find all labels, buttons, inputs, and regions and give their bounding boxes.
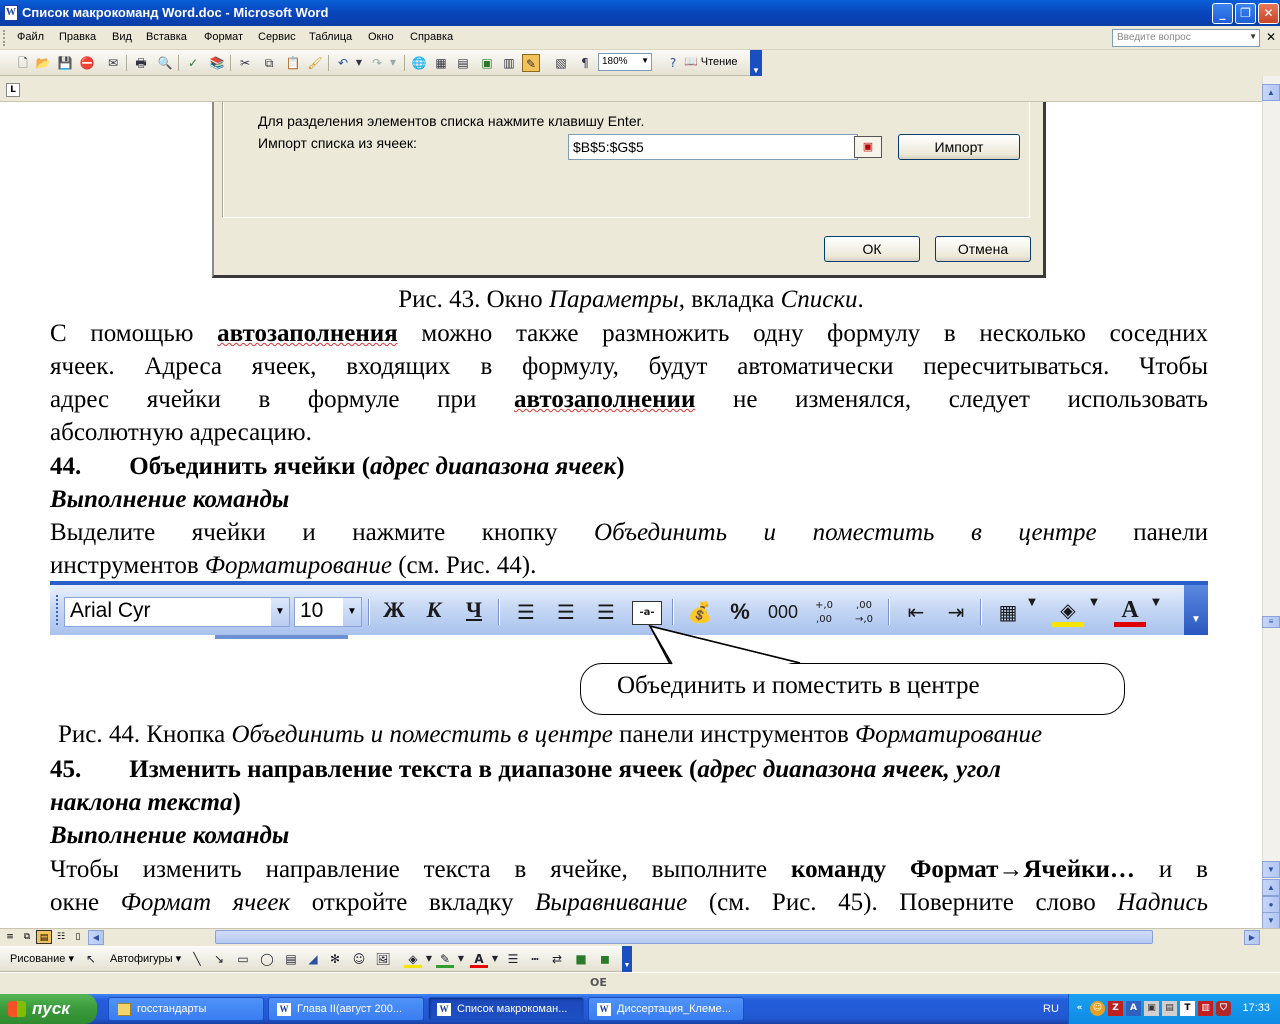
scroll-right-icon[interactable]: ▶ [1244, 930, 1260, 945]
status-mode-indicator[interactable]: ОЕ [590, 976, 607, 989]
drawing-toolbar-area [632, 946, 1280, 972]
reading-view-icon[interactable]: ▯ [70, 930, 86, 944]
heading-param: адрес диапазона ячеек, угол [697, 756, 1002, 783]
shadow-style-icon[interactable]: ■ [572, 950, 590, 968]
scroll-left-icon[interactable]: ◀ [88, 930, 104, 945]
autoshapes-menu-button[interactable]: Автофигуры ▾ [110, 950, 181, 968]
paragraph-line: окне Формат ячеек откройте вкладку Вырав… [50, 886, 1208, 919]
word-icon: W [277, 1003, 291, 1016]
drawing-toolbar-options-icon[interactable]: ▼ [622, 946, 632, 972]
caption-text: панели инструментов [612, 721, 856, 748]
heading-param: наклона текста [50, 789, 233, 816]
normal-view-icon[interactable]: ≡ [2, 930, 18, 944]
tray-app-icon[interactable]: Z [1108, 1001, 1123, 1016]
tray-expand-icon[interactable]: « [1072, 1001, 1087, 1016]
diagram-icon[interactable]: ✻ [326, 950, 344, 968]
figure-44-caption: Рис. 44. Кнопка Объединить и поместить в… [58, 718, 1042, 751]
italic-term: Выравнивание [535, 889, 688, 916]
chevron-down-icon[interactable]: ▼ [486, 950, 504, 968]
text-run: (см. Рис. 45). Поверните слово [687, 889, 1118, 916]
heading-text: ) [232, 789, 241, 816]
execution-subheading: Выполнение команды [50, 822, 290, 849]
caption-italic: Объединить и поместить в центре [231, 721, 613, 748]
draw-menu-button[interactable]: Рисование ▾ [10, 950, 74, 968]
task-label: госстандарты [137, 1003, 207, 1015]
wordart-icon[interactable]: ◢ [304, 950, 322, 968]
clock: 17:33 [1242, 1002, 1270, 1014]
dash-style-icon[interactable]: ┅ [526, 950, 544, 968]
bold-term: команду Формат→Ячейки… [791, 856, 1135, 883]
3d-style-icon[interactable]: ◼ [596, 950, 614, 968]
line-style-icon[interactable]: ☰ [504, 950, 522, 968]
outline-view-icon[interactable]: ☷ [53, 930, 69, 944]
tray-app-icon[interactable]: A [1126, 1001, 1141, 1016]
heading-number: 45. [50, 756, 82, 783]
web-view-icon[interactable]: ⧉ [19, 930, 35, 944]
insert-picture-icon[interactable]: 🖼 [374, 950, 392, 968]
browse-object-icon[interactable]: ● [1262, 896, 1280, 913]
word-icon: W [597, 1003, 611, 1016]
start-label: пуск [32, 999, 70, 1018]
start-button[interactable]: пуск [0, 994, 97, 1024]
tray-app-icon[interactable]: ▣ [1144, 1001, 1159, 1016]
arrow-icon[interactable]: ↘ [210, 950, 228, 968]
print-layout-icon[interactable]: ▤ [36, 930, 52, 944]
rectangle-icon[interactable]: ▭ [234, 950, 252, 968]
text-run: Чтобы изменить направление текста в ячей… [50, 856, 791, 883]
task-label: Глава II(август 200... [297, 1003, 403, 1015]
heading-text: Изменить направление текста в диапазоне … [129, 756, 698, 783]
word-icon: W [437, 1003, 451, 1016]
paragraph-line: Чтобы изменить направление текста в ячей… [50, 853, 1208, 886]
tray-app-icon[interactable]: ☺ [1090, 1001, 1105, 1016]
scroll-down-icon[interactable]: ▼ [1262, 861, 1280, 878]
scroll-thumb[interactable]: ≡ [1262, 616, 1280, 628]
callout-pointer-cover [652, 630, 796, 665]
caption-text: Рис. 44. Кнопка [58, 721, 232, 748]
tray-app-icon[interactable]: T [1180, 1001, 1195, 1016]
text-run: и в [1134, 856, 1208, 883]
heading-45-cont: наклона текста) [50, 786, 1208, 819]
caption-italic: Форматирование [855, 721, 1043, 748]
taskbar-item[interactable]: W Диссертация_Клеме... [588, 997, 744, 1021]
task-label: Список макрокоман... [457, 1003, 568, 1015]
security-shield-icon[interactable]: ⛉ [1216, 1001, 1231, 1016]
scroll-up-icon[interactable]: ▲ [1262, 84, 1280, 101]
page-clip [0, 920, 1262, 928]
text-box-icon[interactable]: ▤ [282, 950, 300, 968]
taskbar-item-active[interactable]: W Список макрокоман... [428, 997, 584, 1021]
taskbar-item[interactable]: W Глава II(август 200... [268, 997, 424, 1021]
horizontal-scroll-thumb[interactable] [215, 930, 1153, 944]
chevron-down-icon[interactable]: ▼ [452, 950, 470, 968]
tray-app-icon[interactable]: ▥ [1198, 1001, 1213, 1016]
arrow-style-icon[interactable]: ⇄ [548, 950, 566, 968]
clip-art-icon[interactable]: ☺ [350, 950, 368, 968]
language-indicator[interactable]: RU [1043, 1003, 1059, 1015]
text-run: окне [50, 889, 121, 916]
task-label: Диссертация_Клеме... [617, 1003, 731, 1015]
vertical-scrollbar[interactable] [1262, 76, 1280, 928]
italic-term: Формат ячеек [120, 889, 291, 916]
heading-45: 45. Изменить направление текста в диапазо… [50, 753, 1208, 786]
select-objects-icon[interactable]: ↖ [82, 950, 100, 968]
next-page-icon[interactable]: ▼ [1262, 912, 1280, 929]
taskbar-item[interactable]: госстандарты [108, 997, 264, 1021]
italic-term: Надпись [1117, 889, 1208, 916]
text-run: откройте вкладку [290, 889, 536, 916]
tray-app-icon[interactable]: ▤ [1162, 1001, 1177, 1016]
folder-icon [117, 1003, 131, 1016]
status-bar: ОЕ [0, 972, 1280, 994]
previous-page-icon[interactable]: ▲ [1262, 879, 1280, 896]
oval-icon[interactable]: ◯ [258, 950, 276, 968]
windows-logo-icon [8, 1001, 26, 1017]
line-icon[interactable]: ╲ [188, 950, 206, 968]
